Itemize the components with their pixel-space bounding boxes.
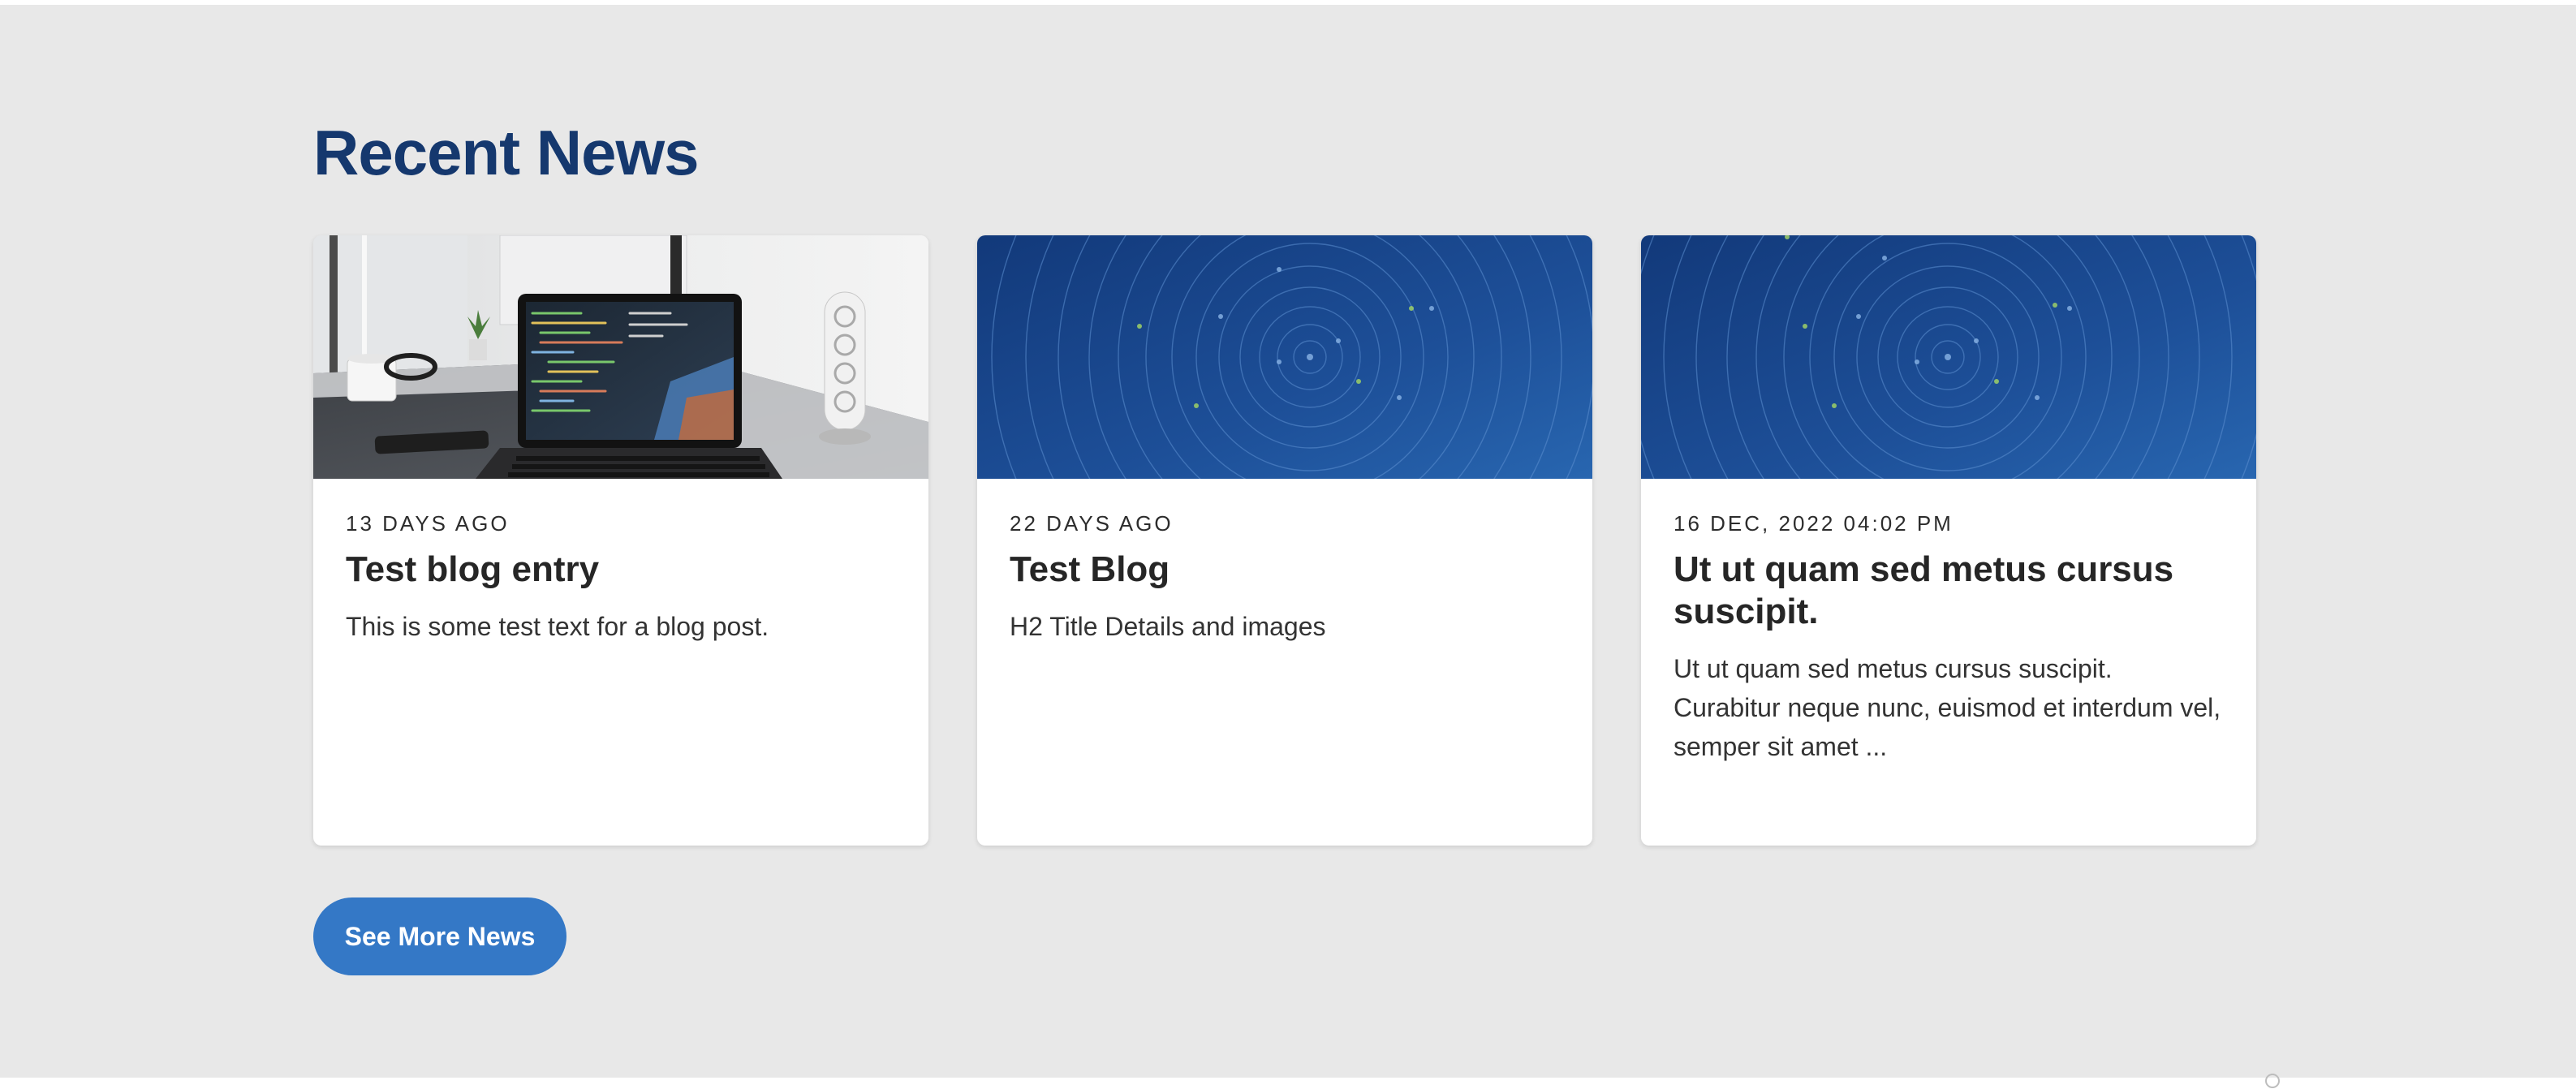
circle-icon	[2265, 1074, 2280, 1088]
blue-circles-image[interactable]	[977, 235, 1592, 479]
card-excerpt: Ut ut quam sed metus cursus suscipit. Cu…	[1674, 654, 2221, 761]
recent-news-section: Recent News 13 DAYS AGO Test blog entry …	[313, 112, 2261, 975]
card-excerpt: This is some test text for a blog post.	[346, 612, 769, 641]
card-title[interactable]: Ut ut quam sed metus cursus suscipit.	[1674, 549, 2224, 633]
card-date: 22 DAYS AGO	[1010, 511, 1174, 536]
news-card[interactable]: 22 DAYS AGO Test Blog H2 Title Details a…	[977, 235, 1592, 846]
see-more-news-button[interactable]: See More News	[313, 897, 566, 975]
card-body: 22 DAYS AGO Test Blog H2 Title Details a…	[977, 479, 1592, 646]
section-title: Recent News	[313, 117, 700, 188]
card-date: 13 DAYS AGO	[346, 511, 510, 536]
card-body: 16 DEC, 2022 04:02 PM Ut ut quam sed met…	[1641, 479, 2256, 766]
blue-circles-image[interactable]	[1641, 235, 2256, 479]
card-excerpt: H2 Title Details and images	[1010, 612, 1326, 641]
page-background: Recent News 13 DAYS AGO Test blog entry …	[0, 5, 2576, 1088]
card-title[interactable]: Test blog entry	[346, 549, 896, 591]
card-body: 13 DAYS AGO Test blog entry This is some…	[313, 479, 928, 646]
news-card-list: 13 DAYS AGO Test blog entry This is some…	[313, 235, 2256, 846]
card-title[interactable]: Test Blog	[1010, 549, 1560, 591]
news-card[interactable]: 13 DAYS AGO Test blog entry This is some…	[313, 235, 928, 846]
news-card[interactable]: 16 DEC, 2022 04:02 PM Ut ut quam sed met…	[1641, 235, 2256, 846]
card-date: 16 DEC, 2022 04:02 PM	[1674, 511, 1954, 536]
laptop-desk-image[interactable]	[313, 235, 928, 479]
